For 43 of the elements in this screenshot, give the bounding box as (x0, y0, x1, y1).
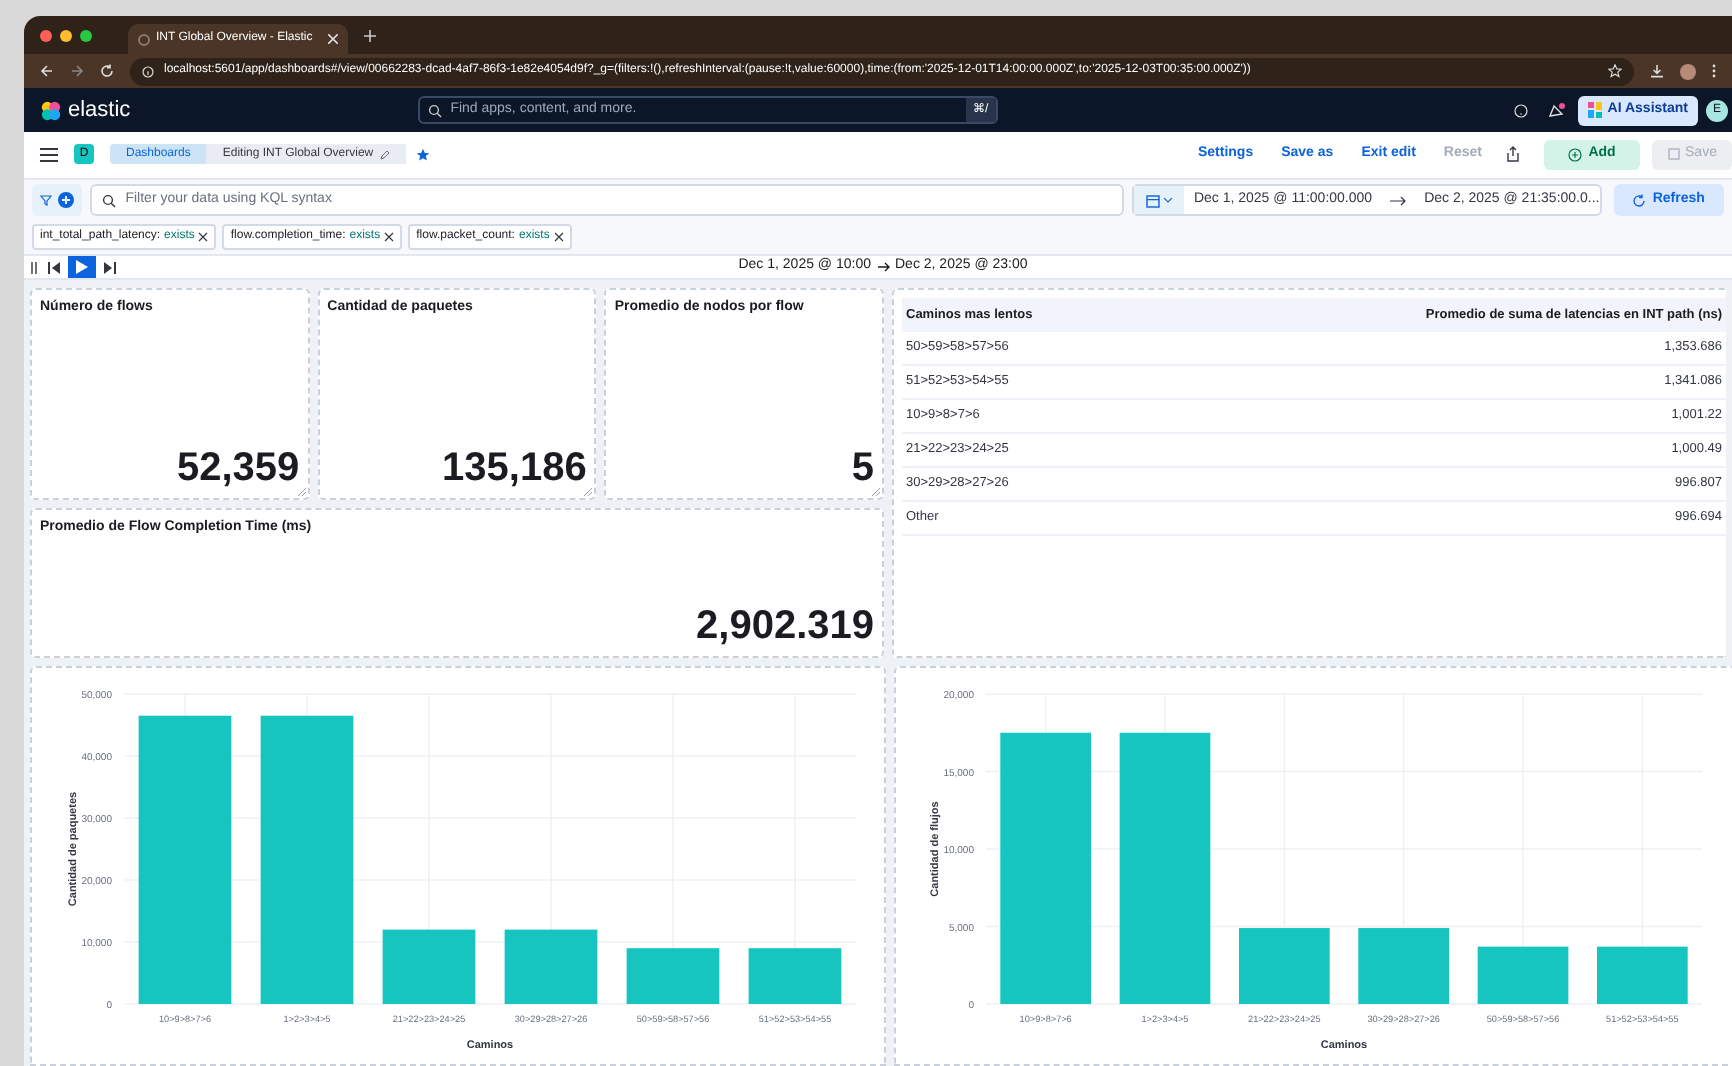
star-icon[interactable] (1608, 64, 1622, 79)
refresh-icon (1632, 193, 1647, 208)
resize-handle-icon[interactable] (584, 488, 593, 496)
metric-value: 5 (851, 446, 875, 490)
logo-icon (40, 99, 62, 122)
search-icon (428, 103, 443, 118)
plus-icon (1568, 147, 1583, 162)
new-tab-icon[interactable] (364, 29, 376, 41)
forward-icon[interactable] (70, 64, 84, 79)
play-icon (76, 260, 88, 274)
profile-avatar[interactable] (1680, 63, 1696, 80)
logo-text[interactable]: elastic (68, 93, 131, 127)
back-icon[interactable] (40, 64, 54, 79)
pause-icon[interactable] (28, 259, 40, 275)
info-icon (142, 65, 154, 78)
pencil-icon (379, 149, 390, 160)
filter-options-button[interactable] (32, 184, 82, 217)
share-icon[interactable] (1506, 146, 1520, 163)
help-icon[interactable] (1513, 103, 1528, 118)
save-icon (1667, 148, 1680, 161)
download-icon[interactable] (1650, 64, 1664, 79)
metric-value: 2,902.319 (696, 604, 874, 648)
close-icon[interactable] (198, 231, 209, 242)
metric-value: 52,359 (177, 446, 300, 490)
resize-handle-icon[interactable] (872, 488, 881, 496)
arrow-right-icon (877, 262, 889, 272)
tab-favicon-icon (138, 33, 150, 45)
assistant-icon (1587, 102, 1602, 119)
calendar-dropdown-icon[interactable] (1133, 186, 1184, 215)
menu-icon[interactable] (40, 147, 58, 162)
close-icon[interactable] (384, 231, 395, 242)
star-icon[interactable] (415, 147, 430, 162)
step-back-icon[interactable] (46, 259, 62, 275)
arrow-right-icon (1390, 195, 1407, 206)
close-icon[interactable] (553, 231, 564, 242)
resize-handle-icon[interactable] (297, 488, 306, 496)
filter-icon (40, 194, 52, 207)
reload-icon[interactable] (100, 64, 114, 79)
play-button[interactable] (68, 256, 96, 278)
step-forward-icon[interactable] (102, 259, 118, 275)
metric-value: 135,186 (442, 446, 587, 490)
search-icon (101, 193, 116, 208)
plus-icon (58, 192, 74, 209)
